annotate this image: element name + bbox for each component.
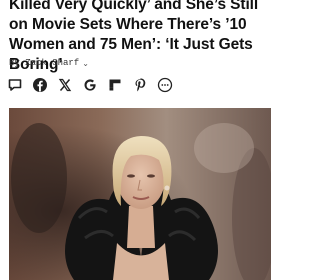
google-icon[interactable]: [82, 77, 98, 93]
more-icon[interactable]: [157, 77, 173, 93]
chevron-down-icon[interactable]: ⌄: [82, 59, 89, 68]
share-bar: [7, 77, 173, 93]
byline-author[interactable]: By Zack Sharf: [9, 58, 79, 68]
byline[interactable]: By Zack Sharf ⌄: [9, 58, 89, 68]
article-photo: [9, 108, 271, 280]
x-icon[interactable]: [57, 77, 73, 93]
facebook-icon[interactable]: [32, 77, 48, 93]
pinterest-icon[interactable]: [132, 77, 148, 93]
flipboard-icon[interactable]: [107, 77, 123, 93]
comment-icon[interactable]: [7, 77, 23, 93]
